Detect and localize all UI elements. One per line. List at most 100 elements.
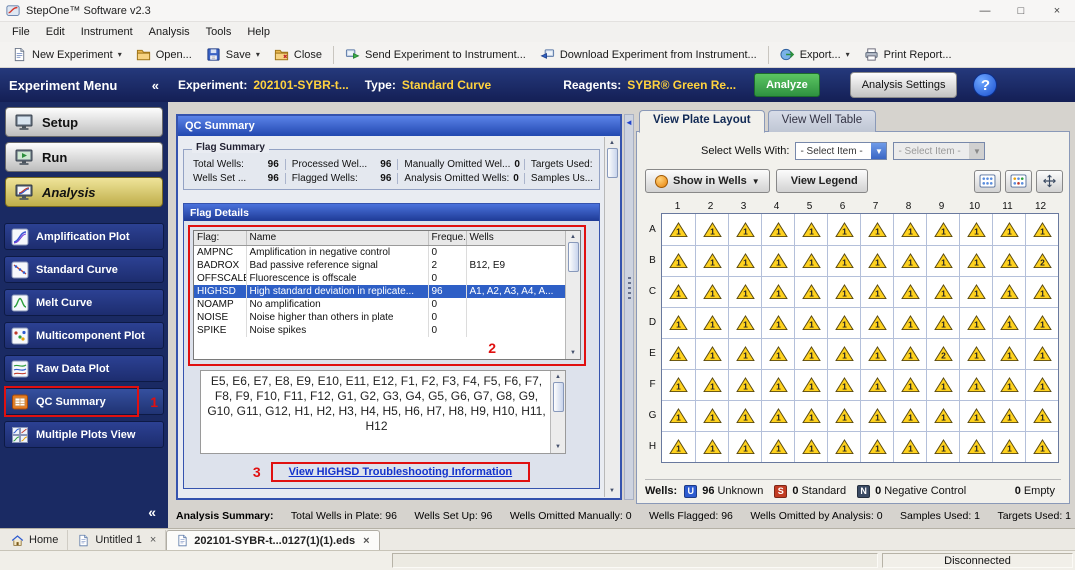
well-H9[interactable]: 1 [926, 431, 959, 462]
well-A11[interactable]: 1 [992, 214, 1025, 245]
view-legend-button[interactable]: View Legend [776, 169, 868, 193]
plate-tool-button-2[interactable] [1005, 170, 1032, 193]
well-H10[interactable]: 1 [959, 431, 992, 462]
plate-tool-button-3[interactable] [1036, 170, 1063, 193]
plate-col-8[interactable]: 8 [892, 199, 925, 213]
plate-row-C[interactable]: C [645, 276, 660, 307]
well-B12[interactable]: 2 [1025, 245, 1058, 276]
well-H3[interactable]: 1 [728, 431, 761, 462]
well-D2[interactable]: 1 [695, 307, 728, 338]
well-A4[interactable]: 1 [761, 214, 794, 245]
well-H4[interactable]: 1 [761, 431, 794, 462]
send-experiment-to-instrument-button[interactable]: Send Experiment to Instrument... [338, 45, 533, 64]
well-C4[interactable]: 1 [761, 276, 794, 307]
well-E11[interactable]: 1 [992, 338, 1025, 369]
open-button[interactable]: Open... [129, 45, 199, 64]
highsd-troubleshooting-link[interactable]: View HIGHSD Troubleshooting Information [289, 466, 512, 478]
sidebar-item-melt-curve[interactable]: Melt Curve [4, 289, 164, 316]
well-F12[interactable]: 1 [1025, 369, 1058, 400]
well-C6[interactable]: 1 [827, 276, 860, 307]
plate-col-3[interactable]: 3 [727, 199, 760, 213]
close-tab-icon[interactable]: × [150, 534, 156, 546]
well-E3[interactable]: 1 [728, 338, 761, 369]
well-F8[interactable]: 1 [893, 369, 926, 400]
plate-col-5[interactable]: 5 [793, 199, 826, 213]
flag-row-offscale[interactable]: OFFSCALEFluorescence is offscale0 [194, 272, 567, 285]
well-F4[interactable]: 1 [761, 369, 794, 400]
well-A10[interactable]: 1 [959, 214, 992, 245]
menu-instrument[interactable]: Instrument [73, 24, 141, 40]
well-G3[interactable]: 1 [728, 400, 761, 431]
new-experiment-button[interactable]: New Experiment▾ [5, 45, 129, 64]
well-B5[interactable]: 1 [794, 245, 827, 276]
well-C11[interactable]: 1 [992, 276, 1025, 307]
well-H6[interactable]: 1 [827, 431, 860, 462]
tab-untitled-1[interactable]: Untitled 1× [68, 530, 166, 550]
well-E10[interactable]: 1 [959, 338, 992, 369]
scroll-down-icon[interactable]: ▼ [609, 486, 615, 496]
collapse-menu-icon[interactable]: « [152, 78, 159, 93]
scroll-up-icon[interactable]: ▲ [570, 232, 576, 242]
well-E1[interactable]: 1 [662, 338, 695, 369]
sidebar-item-run[interactable]: Run [5, 142, 163, 172]
well-C7[interactable]: 1 [860, 276, 893, 307]
sidebar-item-setup[interactable]: Setup [5, 107, 163, 137]
well-C5[interactable]: 1 [794, 276, 827, 307]
well-A7[interactable]: 1 [860, 214, 893, 245]
well-B3[interactable]: 1 [728, 245, 761, 276]
well-A1[interactable]: 1 [662, 214, 695, 245]
flag-row-highsd[interactable]: HIGHSDHigh standard deviation in replica… [194, 285, 567, 298]
well-A9[interactable]: 1 [926, 214, 959, 245]
plate-row-H[interactable]: H [645, 431, 660, 462]
scroll-thumb[interactable] [553, 382, 564, 412]
well-E5[interactable]: 1 [794, 338, 827, 369]
flag-row-ampnc[interactable]: AMPNCAmplification in negative control0 [194, 245, 567, 259]
flag-row-badrox[interactable]: BADROXBad passive reference signal2B12, … [194, 259, 567, 272]
flag-table-scrollbar[interactable]: ▲ ▼ [565, 231, 580, 359]
well-C1[interactable]: 1 [662, 276, 695, 307]
well-H8[interactable]: 1 [893, 431, 926, 462]
panel-splitter[interactable]: ◄ [624, 114, 634, 500]
menu-analysis[interactable]: Analysis [141, 24, 198, 40]
well-D5[interactable]: 1 [794, 307, 827, 338]
well-G5[interactable]: 1 [794, 400, 827, 431]
scroll-down-icon[interactable]: ▼ [570, 348, 576, 358]
well-B6[interactable]: 1 [827, 245, 860, 276]
plate-row-D[interactable]: D [645, 307, 660, 338]
analyze-button[interactable]: Analyze [754, 73, 820, 97]
well-H11[interactable]: 1 [992, 431, 1025, 462]
well-G1[interactable]: 1 [662, 400, 695, 431]
well-D7[interactable]: 1 [860, 307, 893, 338]
well-F2[interactable]: 1 [695, 369, 728, 400]
plate-col-10[interactable]: 10 [958, 199, 991, 213]
well-A5[interactable]: 1 [794, 214, 827, 245]
sidebar-item-qc-summary[interactable]: QC Summary1 [4, 388, 164, 415]
tab-view-well-table[interactable]: View Well Table [768, 110, 877, 132]
well-F11[interactable]: 1 [992, 369, 1025, 400]
flag-row-spike[interactable]: SPIKENoise spikes0 [194, 324, 567, 337]
qc-panel-scrollbar[interactable]: ▲ ▼ [604, 137, 619, 497]
sidebar-collapse-icon[interactable]: « [148, 504, 156, 520]
flag-row-noamp[interactable]: NOAMPNo amplification0 [194, 298, 567, 311]
download-experiment-from-instrument-button[interactable]: Download Experiment from Instrument... [533, 45, 764, 64]
well-B11[interactable]: 1 [992, 245, 1025, 276]
well-G12[interactable]: 1 [1025, 400, 1058, 431]
plate-tool-button-1[interactable] [974, 170, 1001, 193]
plate-row-F[interactable]: F [645, 369, 660, 400]
well-C10[interactable]: 1 [959, 276, 992, 307]
well-D10[interactable]: 1 [959, 307, 992, 338]
maximize-icon[interactable]: □ [1003, 0, 1039, 21]
well-D8[interactable]: 1 [893, 307, 926, 338]
plate-row-A[interactable]: A [645, 214, 660, 245]
save-button[interactable]: Save▾ [199, 45, 267, 64]
well-A12[interactable]: 1 [1025, 214, 1058, 245]
well-G8[interactable]: 1 [893, 400, 926, 431]
menu-help[interactable]: Help [239, 24, 278, 40]
column-header-freque[interactable]: Freque... [428, 231, 466, 245]
well-B7[interactable]: 1 [860, 245, 893, 276]
well-C8[interactable]: 1 [893, 276, 926, 307]
sidebar-item-analysis[interactable]: Analysis [5, 177, 163, 207]
well-C12[interactable]: 1 [1025, 276, 1058, 307]
minimize-icon[interactable]: — [967, 0, 1003, 21]
well-C3[interactable]: 1 [728, 276, 761, 307]
